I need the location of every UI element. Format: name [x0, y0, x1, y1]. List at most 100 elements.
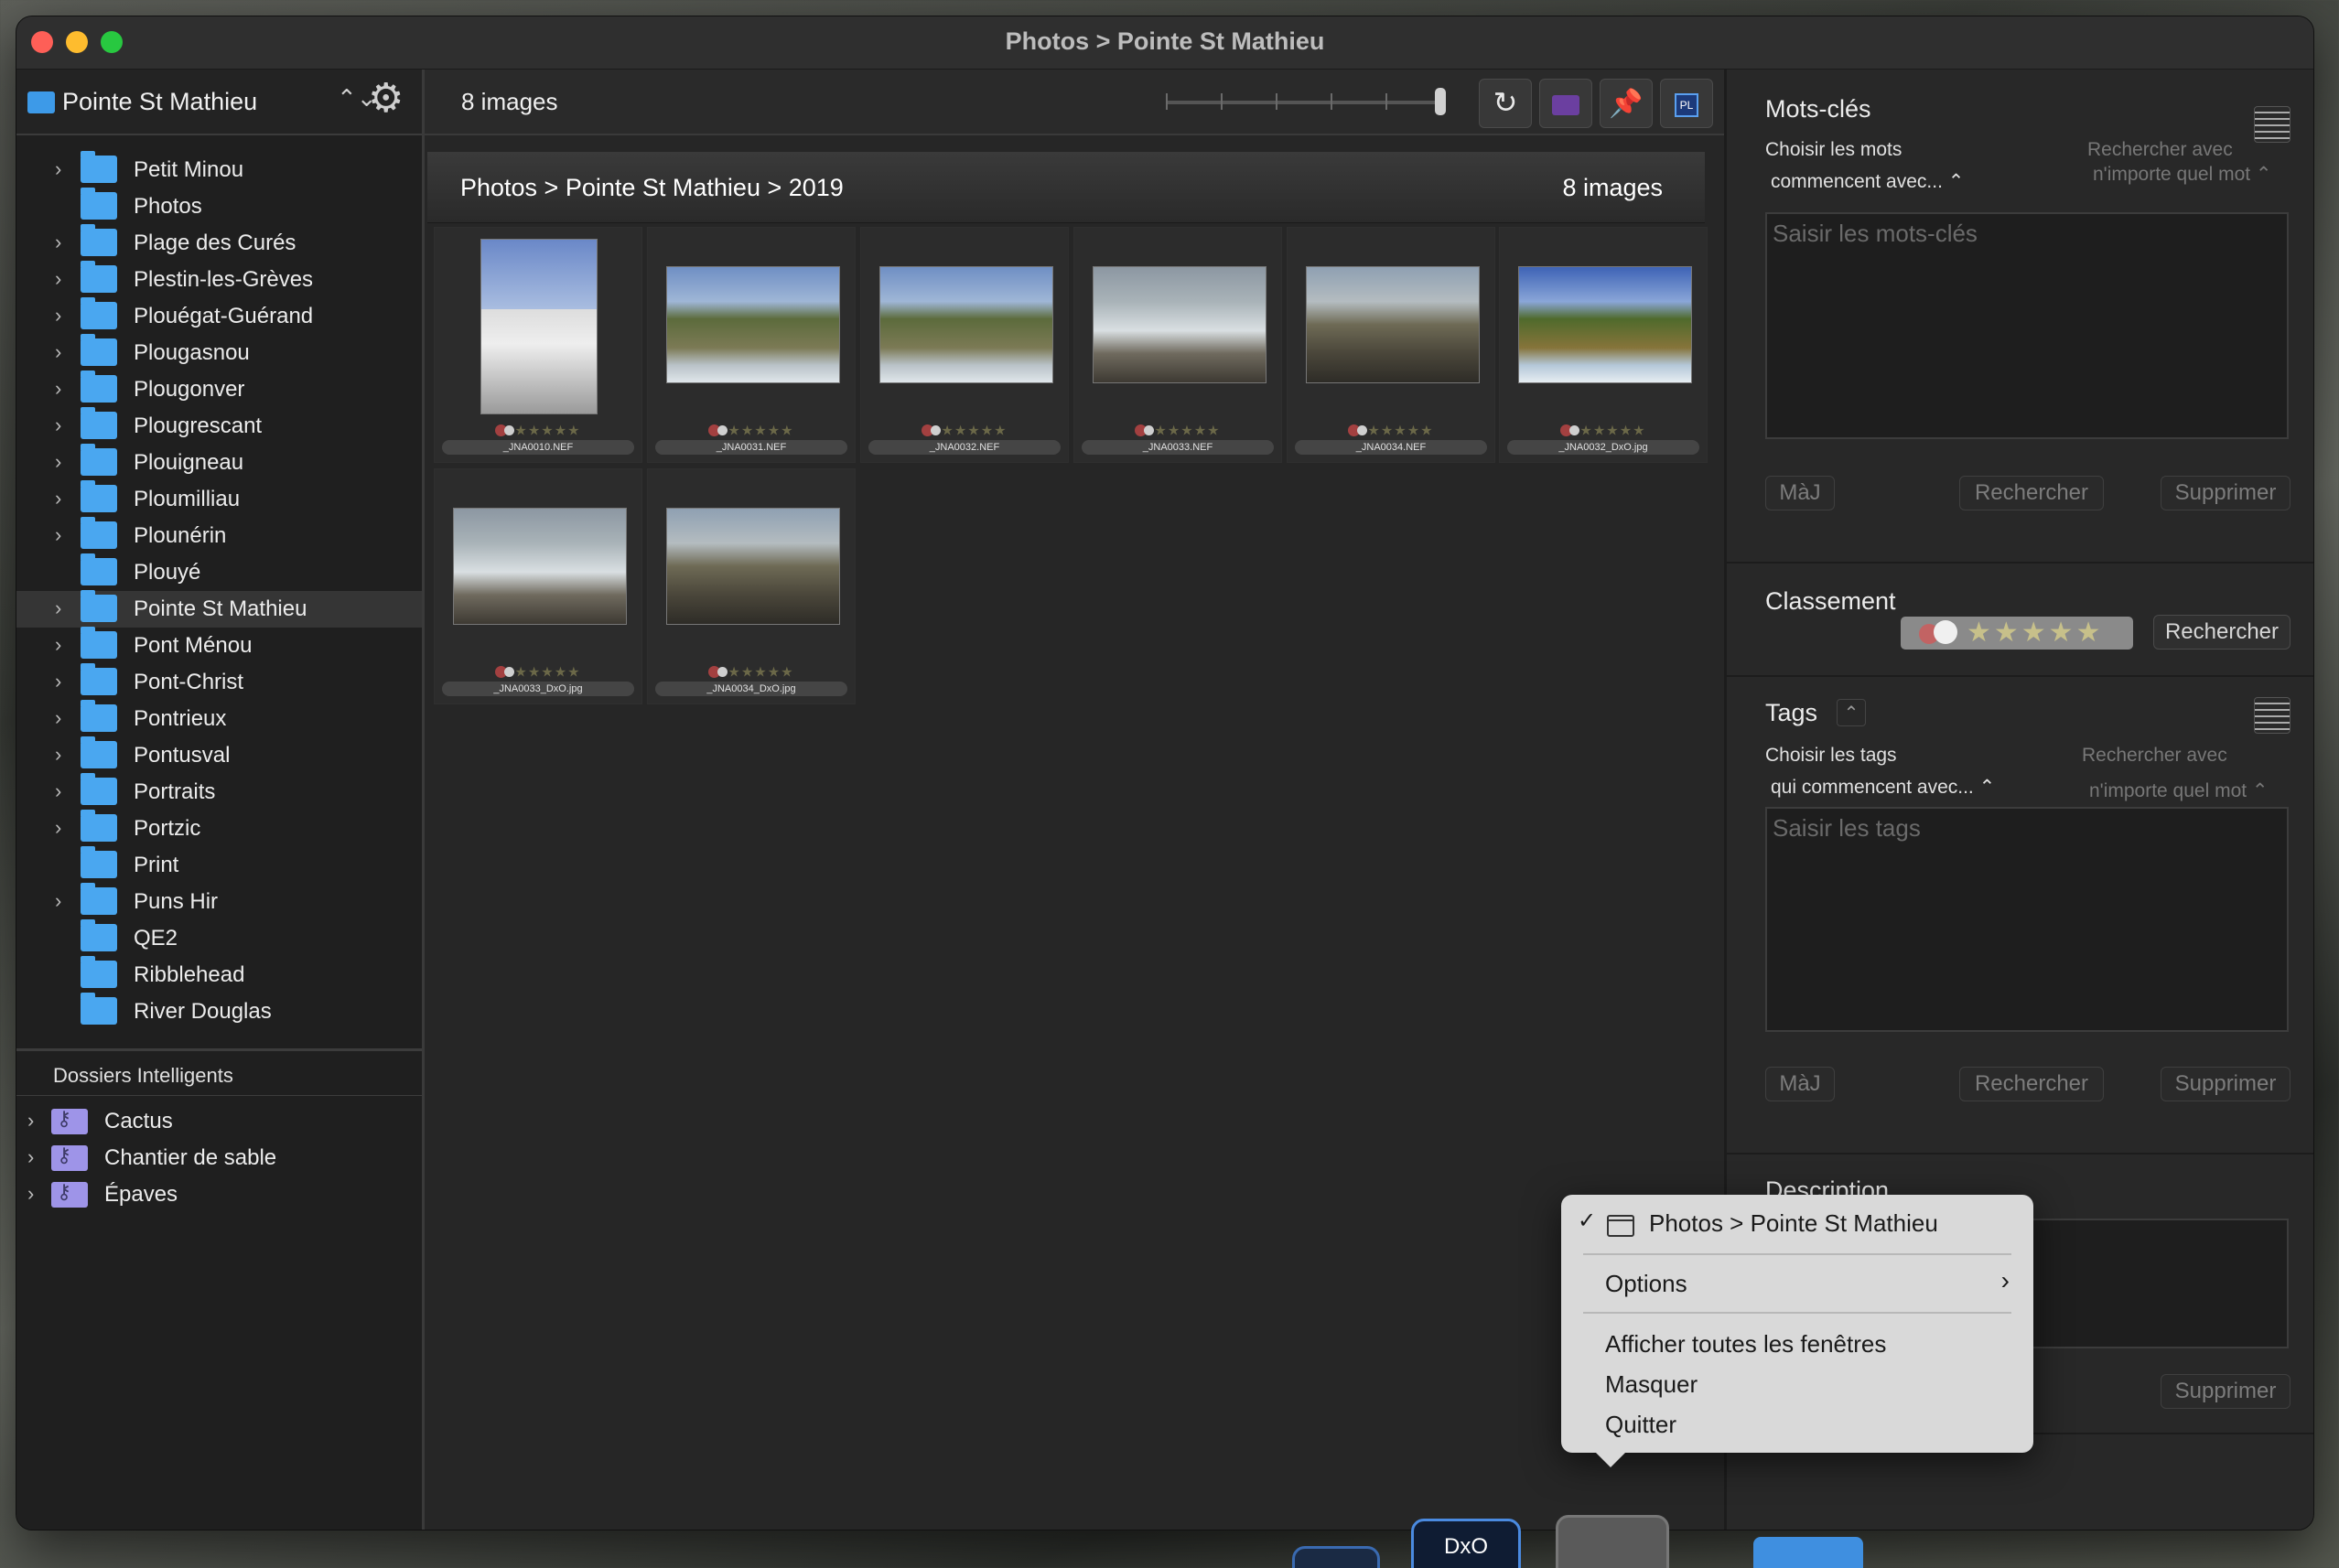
thumbnail-cell[interactable]: ★★★★★ _JNA0033.NEF: [1073, 227, 1282, 463]
star-rating[interactable]: ★★★★★: [728, 423, 793, 438]
thumbnail-cell[interactable]: ★★★★★ _JNA0034_DxO.jpg: [647, 468, 856, 704]
menu-item-window[interactable]: Photos > Pointe St Mathieu: [1649, 1209, 1938, 1238]
list-icon[interactable]: [2254, 106, 2290, 143]
menu-item-hide[interactable]: Masquer: [1605, 1370, 1698, 1399]
sidebar-folder-item[interactable]: › Pontusval: [16, 736, 422, 774]
chevron-right-icon[interactable]: ›: [55, 450, 61, 474]
chevron-right-icon[interactable]: ›: [27, 1109, 34, 1133]
thumbnail-rating[interactable]: ★★★★★: [435, 663, 641, 680]
smart-folder-item[interactable]: › Chantier de sable: [16, 1140, 422, 1176]
keywords-delete-button[interactable]: Supprimer: [2161, 476, 2290, 510]
slider-knob[interactable]: [1435, 88, 1446, 115]
star-rating[interactable]: ★★★★★: [941, 423, 1007, 438]
star-rating[interactable]: ★★★★★: [1579, 423, 1645, 438]
list-icon[interactable]: [2254, 697, 2290, 734]
tags-any-word-select[interactable]: n'importe quel mot ⌃: [2089, 779, 2269, 802]
star-rating[interactable]: ★★★★★: [514, 664, 580, 680]
tags-delete-button[interactable]: Supprimer: [2161, 1067, 2290, 1101]
menu-item-options[interactable]: Options: [1605, 1270, 1687, 1298]
description-delete-button[interactable]: Supprimer: [2161, 1374, 2290, 1409]
sidebar-folder-item[interactable]: › Puns Hir: [16, 883, 422, 920]
menu-item-show-all-windows[interactable]: Afficher toutes les fenêtres: [1605, 1330, 1886, 1359]
sidebar-folder-item[interactable]: Ribblehead: [16, 956, 422, 993]
chevron-right-icon[interactable]: ›: [55, 231, 61, 254]
thumbnail-image[interactable]: [1518, 266, 1692, 383]
gear-icon[interactable]: ⚙: [368, 79, 404, 119]
sidebar-folder-item[interactable]: › Plage des Curés: [16, 224, 422, 262]
keywords-input[interactable]: Saisir les mots-clés: [1765, 212, 2289, 439]
sidebar-folder-item[interactable]: QE2: [16, 919, 422, 957]
thumbnail-image[interactable]: [666, 508, 840, 625]
thumbnail-rating[interactable]: ★★★★★: [648, 663, 855, 680]
viewer-button[interactable]: [1539, 79, 1592, 128]
thumbnail-cell[interactable]: ★★★★★ _JNA0034.NEF: [1287, 227, 1495, 463]
sidebar-folder-item[interactable]: › Portraits: [16, 773, 422, 811]
sidebar-folder-item[interactable]: › Portzic: [16, 810, 422, 847]
pin-button[interactable]: 📌: [1600, 79, 1653, 128]
thumbnail-image[interactable]: [879, 266, 1053, 383]
keywords-update-button[interactable]: MàJ: [1765, 476, 1835, 510]
chevron-right-icon[interactable]: ›: [55, 706, 61, 730]
thumbnail-rating[interactable]: ★★★★★: [435, 422, 641, 438]
sidebar-folder-item[interactable]: River Douglas: [16, 993, 422, 1030]
sidebar-folder-item[interactable]: › Plestin-les-Grèves: [16, 261, 422, 298]
star-rating[interactable]: ★★★★★: [728, 664, 793, 680]
chevron-right-icon[interactable]: ›: [55, 304, 61, 328]
keywords-mode-select[interactable]: commencent avec... ⌃: [1771, 170, 1964, 193]
ranking-search-button[interactable]: Rechercher: [2153, 615, 2290, 650]
chevron-right-icon[interactable]: ›: [55, 523, 61, 547]
refresh-button[interactable]: ↻: [1479, 79, 1532, 128]
photolab-button[interactable]: PL: [1660, 79, 1713, 128]
chevron-up-icon[interactable]: ⌃: [1837, 699, 1866, 726]
chevron-right-icon[interactable]: ›: [55, 670, 61, 693]
thumbnail-rating[interactable]: ★★★★★: [1500, 422, 1707, 438]
thumbnail-cell[interactable]: ★★★★★ _JNA0032.NEF: [860, 227, 1069, 463]
sidebar-folder-item[interactable]: Photos: [16, 188, 422, 225]
sidebar-folder-item[interactable]: › Plouégat-Guérand: [16, 297, 422, 335]
thumbnail-rating[interactable]: ★★★★★: [1074, 422, 1281, 438]
sidebar-folder-item[interactable]: › Ploumilliau: [16, 480, 422, 518]
sidebar-folder-item[interactable]: › Plouigneau: [16, 444, 422, 481]
chevron-right-icon[interactable]: ›: [27, 1145, 34, 1169]
tags-update-button[interactable]: MàJ: [1765, 1067, 1835, 1101]
source-selector[interactable]: Pointe St Mathieu ⌃⌄ ⚙: [16, 70, 422, 135]
chevron-right-icon[interactable]: ›: [55, 743, 61, 767]
thumbnail-image[interactable]: [480, 239, 598, 414]
chevron-right-icon[interactable]: ›: [55, 487, 61, 510]
star-rating[interactable]: ★★★★★: [1967, 617, 2103, 649]
photosupreme-dock-icon[interactable]: [1556, 1515, 1669, 1568]
thumbnail-image[interactable]: [666, 266, 840, 383]
chevron-right-icon[interactable]: ›: [55, 267, 61, 291]
keywords-any-word-select[interactable]: n'importe quel mot ⌃: [2093, 163, 2272, 186]
keywords-search-button[interactable]: Rechercher: [1959, 476, 2104, 510]
dxo-dock-icon-1[interactable]: [1292, 1546, 1380, 1568]
chevron-right-icon[interactable]: ›: [27, 1182, 34, 1206]
tags-input[interactable]: Saisir les tags: [1765, 807, 2289, 1032]
sidebar-folder-item[interactable]: › Petit Minou: [16, 151, 422, 188]
thumbnail-image[interactable]: [1306, 266, 1480, 383]
thumbnail-size-slider[interactable]: [1166, 88, 1446, 115]
star-rating[interactable]: ★★★★★: [1154, 423, 1220, 438]
folder-dock-icon[interactable]: [1753, 1537, 1863, 1568]
sidebar-folder-item[interactable]: › Pont Ménou: [16, 627, 422, 664]
star-rating[interactable]: ★★★★★: [1367, 423, 1433, 438]
sidebar-folder-item[interactable]: Print: [16, 846, 422, 884]
thumbnail-rating[interactable]: ★★★★★: [1288, 422, 1494, 438]
thumbnail-rating[interactable]: ★★★★★: [648, 422, 855, 438]
chevron-right-icon[interactable]: ›: [55, 596, 61, 620]
sidebar-folder-item[interactable]: › Pointe St Mathieu: [16, 590, 422, 628]
thumbnail-cell[interactable]: ★★★★★ _JNA0033_DxO.jpg: [434, 468, 642, 704]
chevron-right-icon[interactable]: ›: [55, 340, 61, 364]
chevron-right-icon[interactable]: ›: [55, 816, 61, 840]
thumbnail-rating[interactable]: ★★★★★: [861, 422, 1068, 438]
chevron-right-icon[interactable]: ›: [55, 633, 61, 657]
sidebar-folder-item[interactable]: › Plougasnou: [16, 334, 422, 371]
sidebar-folder-item[interactable]: › Plougonver: [16, 371, 422, 408]
tags-mode-select[interactable]: qui commencent avec... ⌃: [1771, 776, 1995, 799]
smart-folder-item[interactable]: › Épaves: [16, 1176, 422, 1213]
sidebar-folder-item[interactable]: › Pont-Christ: [16, 663, 422, 701]
thumbnail-image[interactable]: [453, 508, 627, 625]
chevron-right-icon[interactable]: ›: [55, 377, 61, 401]
sidebar-folder-item[interactable]: › Plounérin: [16, 517, 422, 554]
sidebar-folder-item[interactable]: Plouyé: [16, 553, 422, 591]
